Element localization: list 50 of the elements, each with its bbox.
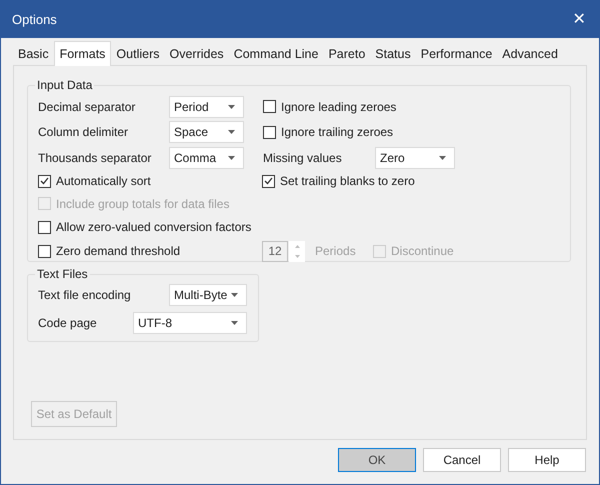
checkbox[interactable]	[262, 174, 275, 188]
caret-icon	[228, 104, 235, 108]
checkbox[interactable]	[263, 100, 276, 113]
dropdown[interactable]: Zero	[375, 146, 455, 168]
dialog-button[interactable]: Cancel	[423, 448, 501, 472]
group-title: Input Data	[36, 77, 94, 94]
checkbox-label: Ignore leading zeroes	[281, 98, 396, 116]
tab[interactable]: Overrides	[164, 44, 229, 65]
dropdown[interactable]: Period	[169, 96, 244, 118]
tab[interactable]: Formats	[54, 41, 112, 66]
field-label: Column delimiter	[38, 124, 130, 141]
tab[interactable]: Advanced	[497, 44, 563, 65]
caret-icon	[231, 293, 238, 297]
spin-arrows-icon	[294, 244, 300, 258]
tab[interactable]: Outliers	[111, 44, 164, 65]
tab[interactable]: Pareto	[323, 44, 370, 65]
checkbox[interactable]	[38, 220, 51, 234]
dropdown[interactable]: Multi-Byte	[169, 284, 247, 306]
checkbox-label: Include group totals for data files	[56, 196, 230, 212]
dropdown[interactable]: Comma	[169, 146, 244, 168]
caret-icon	[439, 156, 446, 160]
checkbox-label: Zero demand threshold	[56, 243, 180, 260]
tab[interactable]: Command Line	[228, 44, 324, 65]
dialog-button[interactable]: OK	[338, 448, 416, 472]
tab[interactable]: Performance	[416, 44, 498, 65]
dialog-button[interactable]: Help	[508, 448, 586, 472]
checkbox[interactable]	[38, 244, 51, 258]
periods-label: Periods	[315, 243, 357, 260]
caret-icon	[228, 156, 235, 160]
group-title: Text Files	[36, 266, 89, 283]
checkbox-label: Discontinue	[391, 243, 454, 260]
checkbox-label: Set trailing blanks to zero	[280, 173, 415, 190]
caret-icon	[228, 130, 235, 134]
checkbox-label: Ignore trailing zeroes	[281, 124, 394, 141]
dropdown[interactable]: Space	[169, 121, 244, 143]
tab[interactable]: Status	[370, 44, 416, 65]
dropdown[interactable]: UTF-8	[133, 312, 247, 334]
checkbox-label: Automatically sort	[56, 173, 151, 190]
field-label: Code page	[38, 315, 98, 332]
checkbox-label: Allow zero-valued conversion factors	[56, 219, 252, 236]
caret-icon	[231, 321, 238, 325]
field-label: Decimal separator	[38, 98, 136, 116]
close-button[interactable]: ✕	[569, 10, 589, 30]
tab[interactable]: Basic	[13, 44, 54, 65]
checkbox[interactable]	[38, 174, 51, 188]
window-title: Options	[12, 10, 57, 29]
checkbox[interactable]	[263, 126, 276, 138]
field-label: Missing values	[263, 150, 343, 166]
field-label: Text file encoding	[38, 287, 132, 304]
field-label: Thousands separator	[38, 150, 152, 166]
